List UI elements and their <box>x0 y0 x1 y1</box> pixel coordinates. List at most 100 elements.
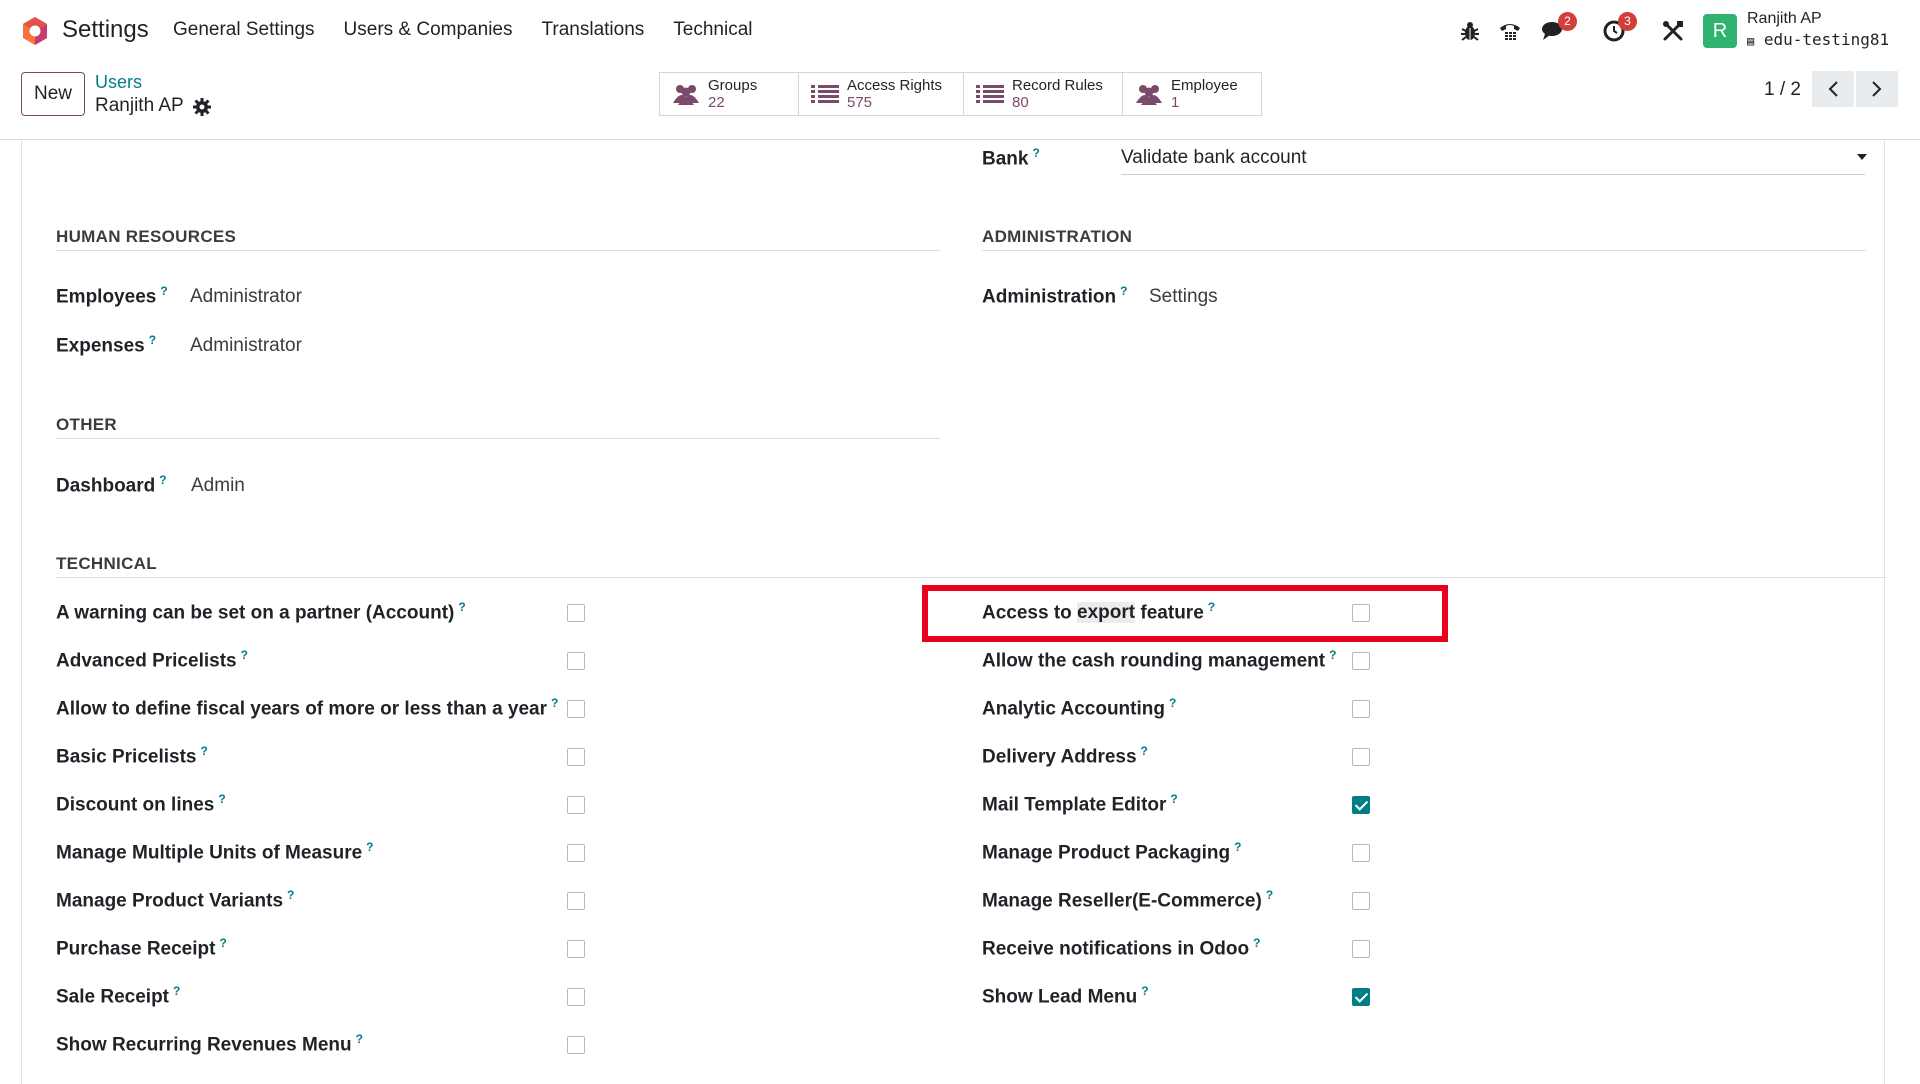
menu-translations[interactable]: Translations <box>541 19 644 41</box>
help-icon[interactable]: ? <box>1329 648 1336 662</box>
smart-button-value: 80 <box>1012 94 1029 111</box>
divider <box>56 577 1886 578</box>
help-icon[interactable]: ? <box>218 792 225 806</box>
users-icon <box>1136 85 1162 105</box>
pager-counter[interactable]: 1 / 2 <box>1764 79 1801 101</box>
help-icon[interactable]: ? <box>551 696 558 710</box>
activity-clock-icon[interactable]: 3 <box>1601 12 1637 44</box>
chevron-right-icon <box>1872 81 1882 97</box>
divider <box>982 250 1866 251</box>
help-icon[interactable]: ? <box>1169 696 1176 710</box>
technical-checkbox[interactable] <box>1352 700 1370 718</box>
record-rules-smart-button[interactable]: Record Rules 80 <box>964 73 1123 115</box>
help-icon[interactable]: ? <box>1141 744 1148 758</box>
technical-right-label: Analytic Accounting? <box>982 696 1177 720</box>
menu-general-settings[interactable]: General Settings <box>173 19 315 41</box>
help-icon[interactable]: ? <box>458 600 465 614</box>
help-icon[interactable]: ? <box>366 840 373 854</box>
employee-smart-button[interactable]: Employee 1 <box>1123 73 1261 115</box>
technical-checkbox[interactable] <box>567 796 585 814</box>
avatar[interactable]: R <box>1703 14 1737 48</box>
bank-label: Bank? <box>982 146 1040 170</box>
access-rights-smart-button[interactable]: Access Rights 575 <box>799 73 964 115</box>
help-icon[interactable]: ? <box>287 888 294 902</box>
technical-checkbox[interactable] <box>567 652 585 670</box>
section-title-human-resources: HUMAN RESOURCES <box>56 227 237 246</box>
help-icon[interactable]: ? <box>173 984 180 998</box>
user-name[interactable]: Ranjith AP <box>1747 10 1822 28</box>
help-icon[interactable]: ? <box>160 284 167 298</box>
administration-label: Administration? <box>982 284 1128 308</box>
smart-button-value: 1 <box>1171 94 1180 111</box>
menu-users-companies[interactable]: Users & Companies <box>344 19 513 41</box>
chevron-left-icon <box>1828 81 1838 97</box>
breadcrumb-users[interactable]: Users <box>95 72 142 93</box>
technical-checkbox[interactable] <box>567 844 585 862</box>
smart-button-label: Groups <box>708 77 758 94</box>
technical-checkbox[interactable] <box>567 940 585 958</box>
pager-previous-button[interactable] <box>1812 71 1854 107</box>
smart-button-label: Employee <box>1171 77 1238 94</box>
technical-checkbox[interactable] <box>1352 652 1370 670</box>
technical-checkbox-checked[interactable] <box>1352 796 1370 814</box>
new-button[interactable]: New <box>21 72 85 116</box>
chat-badge: 2 <box>1558 12 1577 31</box>
administration-value[interactable]: Settings <box>1149 286 1218 308</box>
help-icon[interactable]: ? <box>1253 936 1260 950</box>
technical-checkbox-checked[interactable] <box>1352 988 1370 1006</box>
phone-icon[interactable] <box>1497 18 1523 44</box>
dashboard-label: Dashboard? <box>56 473 167 497</box>
groups-smart-button[interactable]: Groups 22 <box>660 73 799 115</box>
smart-button-value: 575 <box>847 94 873 111</box>
technical-checkbox[interactable] <box>1352 892 1370 910</box>
expenses-label: Expenses? <box>56 333 157 357</box>
help-icon[interactable]: ? <box>241 648 248 662</box>
help-icon[interactable]: ? <box>1266 888 1273 902</box>
technical-checkbox[interactable] <box>567 1036 585 1054</box>
technical-left-label: A warning can be set on a partner (Accou… <box>56 600 466 624</box>
expenses-value[interactable]: Administrator <box>190 335 302 357</box>
menu-technical[interactable]: Technical <box>673 19 752 41</box>
control-panel: New Users Ranjith AP Groups 22 Access Rig… <box>0 62 1920 140</box>
technical-checkbox[interactable] <box>567 988 585 1006</box>
technical-checkbox[interactable] <box>567 748 585 766</box>
technical-checkbox[interactable] <box>1352 940 1370 958</box>
help-icon[interactable]: ? <box>200 744 207 758</box>
technical-checkbox[interactable] <box>567 604 585 622</box>
help-icon[interactable]: ? <box>1120 284 1127 298</box>
chat-icon[interactable]: 2 <box>1541 12 1577 44</box>
help-icon[interactable]: ? <box>1141 984 1148 998</box>
technical-checkbox[interactable] <box>1352 844 1370 862</box>
caret-down-icon[interactable] <box>1857 154 1867 160</box>
database-name: ▤ edu-testing81 <box>1747 30 1889 49</box>
technical-right-label: Allow the cash rounding management? <box>982 648 1337 672</box>
technical-checkbox[interactable] <box>1352 748 1370 766</box>
divider <box>56 438 940 439</box>
help-icon[interactable]: ? <box>219 936 226 950</box>
tools-icon[interactable] <box>1660 18 1686 44</box>
pager-next-button[interactable] <box>1856 71 1898 107</box>
help-icon[interactable]: ? <box>1032 146 1039 160</box>
technical-checkbox[interactable] <box>567 892 585 910</box>
technical-right-label: Mail Template Editor? <box>982 792 1178 816</box>
dashboard-value[interactable]: Admin <box>191 475 245 497</box>
main-menu: General Settings Users & Companies Trans… <box>173 19 782 41</box>
help-icon[interactable]: ? <box>1234 840 1241 854</box>
technical-right-label: Show Lead Menu? <box>982 984 1149 1008</box>
app-name[interactable]: Settings <box>62 16 149 44</box>
bug-icon[interactable] <box>1457 18 1483 44</box>
section-title-other: OTHER <box>56 415 117 434</box>
help-icon[interactable]: ? <box>159 473 166 487</box>
form-sheet: Bank? Validate bank account HUMAN RESOUR… <box>21 140 1886 1084</box>
gear-icon[interactable] <box>193 98 211 116</box>
help-icon[interactable]: ? <box>149 333 156 347</box>
employees-value[interactable]: Administrator <box>190 286 302 308</box>
technical-right-label: Receive notifications in Odoo? <box>982 936 1261 960</box>
bank-select[interactable]: Validate bank account <box>1121 147 1307 169</box>
help-icon[interactable]: ? <box>356 1032 363 1046</box>
technical-checkbox[interactable] <box>567 700 585 718</box>
help-icon[interactable]: ? <box>1170 792 1177 806</box>
database-icon: ▤ <box>1747 34 1755 48</box>
app-logo-icon[interactable] <box>20 16 50 46</box>
list-icon <box>811 85 839 103</box>
